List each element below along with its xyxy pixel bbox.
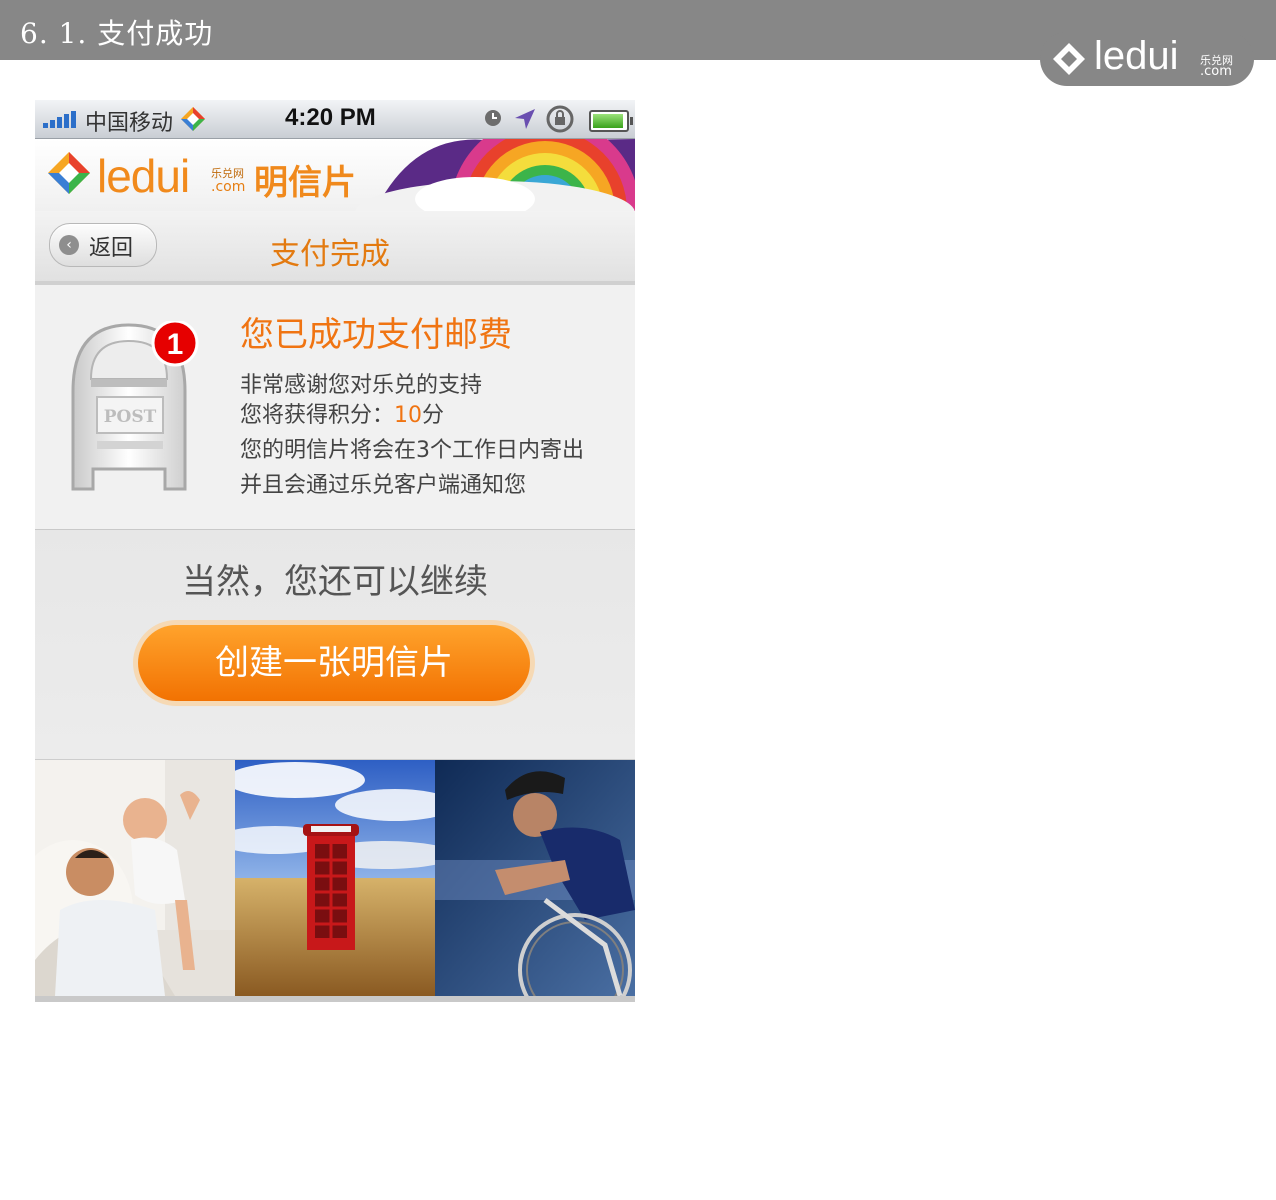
ledui-logo-icon [48,152,90,194]
mailbox-post-label: POST [104,407,157,427]
carrier-name: 中国移动 [85,111,174,136]
points-line: 您将获得积分：10分 [240,397,444,429]
chevron-left-icon: ‹ [59,235,79,255]
banner-logo-word: ledui [97,150,190,202]
app-banner: ledui 乐兑网 .com 明信片 [35,139,635,211]
create-postcard-button[interactable]: 创建一张明信片 [138,625,530,701]
brand-word: ledui [1094,34,1179,78]
back-button[interactable]: ‹ 返回 [49,223,157,267]
carrier-logo-icon [181,107,205,131]
footer-strip [35,996,635,1002]
notification-badge: 1 [167,328,184,361]
continue-panel: 当然，您还可以继续 创建一张明信片 [35,530,635,760]
points-suffix: 分 [422,403,445,428]
banner-product-name: 明信片 [254,163,356,203]
rainbow-decoration [355,139,635,211]
payment-success-panel: POST 1 您已成功支付邮费 非常感谢您对乐兑的支持 您将获得积分：10分 您… [35,285,635,530]
banner-logo-sub-domain: .com [211,179,246,195]
page-title: 支付完成 [270,237,390,272]
signal-strength-icon [43,111,79,128]
father-baby-photo[interactable] [35,760,235,996]
points-prefix: 您将获得积分： [240,403,395,428]
location-arrow-icon [515,109,535,129]
brand-logo: ledui 乐兑网 .com [1040,32,1254,86]
phone-booth-photo[interactable] [235,760,435,996]
section-title: 6. 1. 支付成功 [20,17,214,50]
battery-icon [589,110,633,132]
status-time: 4:20 PM [285,104,376,131]
cyclist-photo[interactable] [435,760,635,996]
ledui-diamond-icon [1053,43,1085,75]
notify-text: 并且会通过乐兑客户端通知您 [240,473,527,498]
brand-sub-domain: .com [1200,64,1232,79]
photo-gallery [35,760,635,996]
back-button-label: 返回 [89,236,134,261]
alarm-clock-icon [485,110,501,126]
phone-screen: 中国移动 4:20 PM ledui 乐兑网 .com 明信片 ‹ 返回 支付完… [35,100,635,1002]
thanks-text: 非常感谢您对乐兑的支持 [240,373,483,398]
mailbox-icon: POST 1 [71,321,199,491]
rotation-lock-icon [546,105,574,133]
delivery-text: 您的明信片将会在3个工作日内寄出 [240,438,584,463]
nav-bar: ‹ 返回 支付完成 [35,211,635,285]
status-bar: 中国移动 4:20 PM [35,100,635,139]
continue-title: 当然，您还可以继续 [182,562,488,602]
points-value: 10 [394,403,423,428]
success-title: 您已成功支付邮费 [240,315,512,355]
